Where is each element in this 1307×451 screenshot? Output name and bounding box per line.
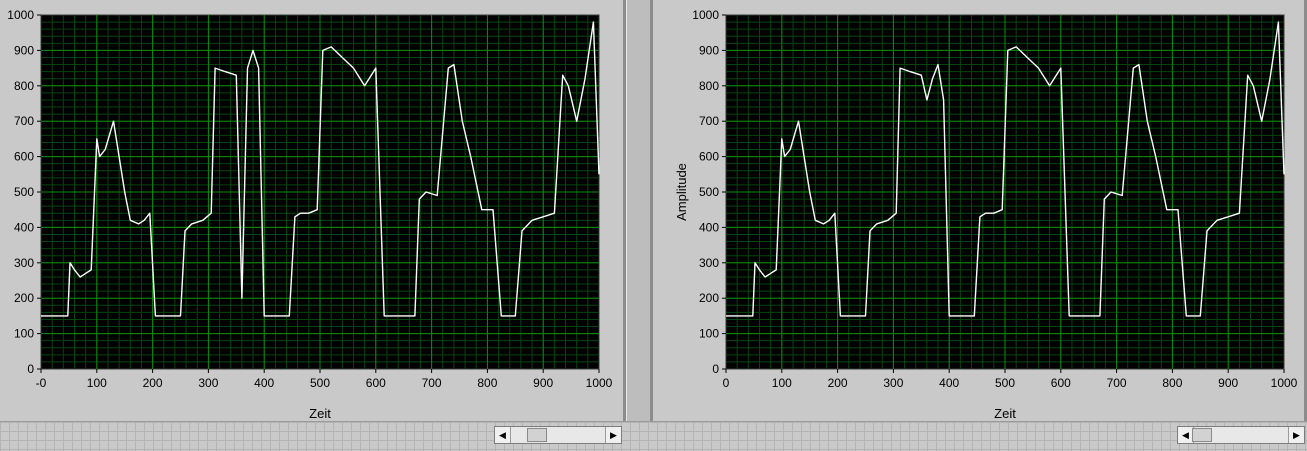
x-tick-label: 1000: [1271, 376, 1298, 390]
scroll-left-arrow-icon[interactable]: ◀: [495, 427, 511, 443]
waveform-charts: -0 100 200 300 400 500 600 700 800 900 1000 010020…: [7, 8, 1298, 421]
y-tick-label: 700: [699, 114, 719, 128]
y-tick-label: 200: [14, 291, 34, 305]
y-tick-label: 800: [14, 79, 34, 93]
x-tick-label: -0: [36, 376, 47, 390]
waveform-chart-amplitude: 0 100 200 300 400 500 600 700 800 900 1000 0 100 200…: [674, 8, 1298, 421]
y-tick-label: 500: [14, 185, 34, 199]
x-tick-label: 0: [723, 376, 730, 390]
y-tick-label: 400: [699, 220, 719, 234]
y-axis-ticks: 0 100 200 300 400 500 600 700 800 900 1000: [692, 8, 726, 376]
x-axis-ticks: -0 100 200 300 400 500 600 700 800 900 1000: [36, 369, 613, 390]
x-tick-label: 300: [883, 376, 903, 390]
y-tick-label: 700: [14, 114, 34, 128]
x-axis-label: Zeit: [309, 406, 331, 421]
x-tick-label: 800: [477, 376, 497, 390]
y-tick-label: 1000: [692, 8, 719, 22]
x-tick-label: 100: [87, 376, 107, 390]
x-tick-label: 700: [1107, 376, 1127, 390]
x-tick-label: 200: [828, 376, 848, 390]
x-tick-label: 900: [533, 376, 553, 390]
x-axis-ticks: 0 100 200 300 400 500 600 700 800 900 1000: [723, 369, 1298, 390]
y-tick-label: 400: [14, 220, 34, 234]
scroll-right-arrow-icon[interactable]: ▶: [1288, 427, 1304, 443]
y-tick-label: 900: [699, 43, 719, 57]
x-tick-label: 1000: [586, 376, 613, 390]
x-tick-label: 400: [254, 376, 274, 390]
x-tick-label: 500: [995, 376, 1015, 390]
y-tick-label: 600: [14, 150, 34, 164]
horizontal-scrollbar-right[interactable]: ◀ ▶: [1177, 426, 1305, 444]
y-tick-label: 1000: [7, 8, 34, 22]
scrollbar-thumb[interactable]: [527, 428, 547, 442]
y-tick-label: 0: [712, 362, 719, 376]
y-tick-label: 100: [699, 327, 719, 341]
x-tick-label: 500: [310, 376, 330, 390]
y-axis-label: Amplitude: [674, 163, 689, 221]
y-tick-label: 900: [14, 43, 34, 57]
y-tick-label: 300: [699, 256, 719, 270]
x-tick-label: 200: [143, 376, 163, 390]
x-tick-label: 800: [1162, 376, 1182, 390]
scroll-right-arrow-icon[interactable]: ▶: [605, 427, 621, 443]
x-tick-label: 900: [1218, 376, 1238, 390]
y-axis-ticks: 0 100 200 300 400 500 600 700 800 900 1000: [7, 8, 41, 376]
y-tick-label: 500: [699, 185, 719, 199]
x-tick-label: 100: [772, 376, 792, 390]
y-tick-label: 0: [27, 362, 34, 376]
y-tick-label: 800: [699, 79, 719, 93]
waveform-chart-zeit: -0 100 200 300 400 500 600 700 800 900 1000 0 100 20…: [7, 8, 612, 421]
x-tick-label: 700: [422, 376, 442, 390]
x-tick-label: 600: [1051, 376, 1071, 390]
scrollbar-thumb[interactable]: [1192, 428, 1212, 442]
y-tick-label: 300: [14, 256, 34, 270]
x-tick-label: 400: [939, 376, 959, 390]
y-tick-label: 200: [699, 291, 719, 305]
y-tick-label: 600: [699, 150, 719, 164]
x-tick-label: 300: [198, 376, 218, 390]
x-tick-label: 600: [366, 376, 386, 390]
horizontal-scrollbar-left[interactable]: ◀ ▶: [494, 426, 622, 444]
x-axis-label: Zeit: [994, 406, 1016, 421]
y-tick-label: 100: [14, 327, 34, 341]
